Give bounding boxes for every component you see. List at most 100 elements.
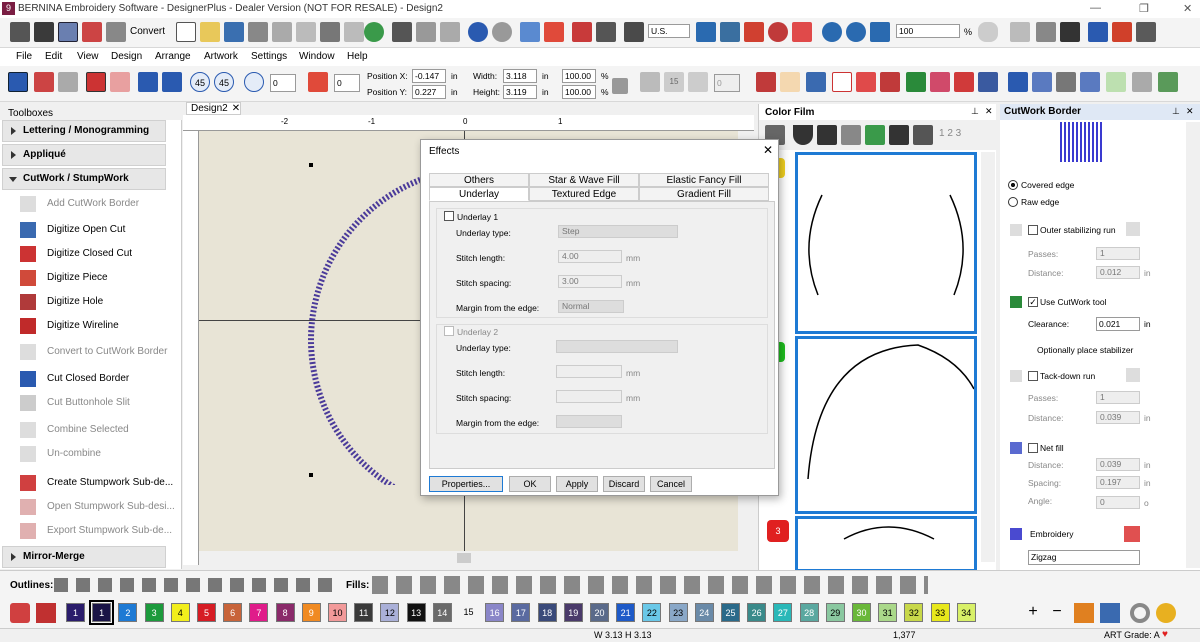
show-design-icon[interactable] [792,22,812,42]
tool-digitize-open-cut[interactable]: Digitize Open Cut [20,220,170,240]
array-icon[interactable] [640,72,660,92]
tab-others[interactable]: Others [429,173,529,187]
raw-edge-radio[interactable] [1008,197,1018,207]
print-icon[interactable] [248,22,268,42]
tool-digitize-closed-cut[interactable]: Digitize Closed Cut [20,244,170,264]
send-machine-icon[interactable] [320,22,340,42]
menu-arrange[interactable]: Arrange [155,51,191,62]
color-swatch[interactable]: 31 [878,603,898,622]
rotate-icon[interactable] [244,72,264,92]
color-swatch[interactable]: 16 [485,603,505,622]
tool-digitize-piece[interactable]: Digitize Piece [20,268,170,288]
color-swatch[interactable]: 10 [328,603,347,622]
download-icon[interactable] [364,22,384,42]
restore-icon[interactable]: ❐ [1139,2,1149,15]
group-cutwork[interactable]: CutWork / StumpWork [2,168,166,190]
undo-icon[interactable] [468,22,488,42]
menu-help[interactable]: Help [347,51,368,62]
tack-passes-field[interactable]: 1 [1096,391,1140,404]
selection-handle[interactable] [309,163,313,167]
pattern-icon[interactable] [1106,72,1126,92]
color-swatch[interactable]: 3 [144,603,164,622]
color-fill-icon[interactable] [36,603,56,623]
palette-icon[interactable] [1074,603,1094,623]
scroll-thumb[interactable] [457,553,471,563]
selection-handle[interactable] [309,473,313,477]
outer-settings-icon[interactable] [1126,222,1140,236]
color-swatch[interactable]: 22 [642,603,662,622]
net-angle-field[interactable]: 0 [1096,496,1140,509]
export-icon[interactable] [296,22,316,42]
tack-distance-field[interactable]: 0.039 [1096,411,1140,424]
tackdown-checkbox[interactable] [1028,371,1038,381]
move-down-icon[interactable] [865,125,885,145]
tackdown-settings-icon[interactable] [1126,368,1140,382]
ul2-margin-select[interactable] [556,415,622,428]
print-preview-icon[interactable] [272,22,292,42]
net-distance-field[interactable]: 0.039 [1096,458,1140,471]
apply-button[interactable]: Apply [556,476,598,492]
underlay1-checkbox[interactable] [444,211,454,221]
menu-file[interactable]: File [16,51,32,62]
group-applique[interactable]: Appliqué [2,144,166,166]
thread-icon[interactable] [1112,22,1132,42]
outer-passes-field[interactable]: 1 [1096,247,1140,260]
horizontal-scrollbar[interactable] [199,551,754,565]
menu-design[interactable]: Design [111,51,142,62]
convert-label[interactable]: Convert [130,26,165,37]
stitch-angle-icon[interactable] [806,72,826,92]
underlay2-checkbox[interactable] [444,326,454,336]
previous-icon[interactable] [1036,22,1056,42]
color-swatch[interactable]: 27 [773,603,793,622]
texture-icon[interactable] [1158,72,1178,92]
height-field[interactable]: 3.119 [503,85,537,99]
pan-icon[interactable] [978,22,998,42]
tool-add-cutwork-border[interactable]: Add CutWork Border [20,194,170,214]
zoom-1-1-icon[interactable] [870,22,890,42]
color-spool-icon[interactable]: 3 [767,520,789,542]
ul2-type-select[interactable] [556,340,678,353]
color-swatch[interactable]: 5 [197,603,216,622]
scale-height-field[interactable]: 100.00 [562,85,596,99]
film-scrollbar[interactable] [981,152,995,562]
tool-export-stumpwork[interactable]: Export Stumpwork Sub-de... [20,521,172,541]
color-swatch[interactable]: 23 [668,603,688,622]
hash-icon[interactable] [1056,72,1076,92]
worksheet-icon[interactable] [572,22,592,42]
color-swatch[interactable]: 8 [275,603,295,622]
sequence-icon[interactable]: 1 2 3 [939,128,961,139]
tab-gradient-fill[interactable]: Gradient Fill [639,187,769,201]
pin-icon[interactable]: ⊥ [971,106,979,117]
width-field[interactable]: 3.118 [503,69,537,83]
move-up-icon[interactable] [889,125,909,145]
point-select-icon[interactable] [34,72,54,92]
shape-icon[interactable] [832,72,852,92]
menu-view[interactable]: View [77,51,99,62]
repeat-field[interactable]: 0 [714,74,740,92]
tool-combine-selected[interactable]: Combine Selected [20,420,170,440]
heart-icon[interactable] [930,72,950,92]
fill-icon[interactable] [856,72,876,92]
hoop-tools-icon[interactable] [624,22,644,42]
motif-icon[interactable] [880,72,900,92]
next-icon[interactable] [1060,22,1080,42]
tool-digitize-hole[interactable]: Digitize Hole [20,292,170,312]
ul1-margin-select[interactable]: Normal [558,300,624,313]
color-swatch[interactable]: 24 [694,603,714,622]
color-swatch[interactable]: 1 [66,603,85,622]
paste-icon[interactable] [440,22,460,42]
color-wheel-icon[interactable] [1156,603,1176,623]
open-icon[interactable] [200,22,220,42]
rotate-field[interactable]: 0 [270,74,296,92]
color-swatch[interactable]: 13 [406,603,426,622]
color-swatch[interactable]: 7 [249,603,269,622]
panel-scrollbar[interactable] [1186,122,1200,568]
artwork-icon[interactable] [82,22,102,42]
card-icon[interactable] [344,22,364,42]
doc-tab[interactable]: Design2 ✕ [186,102,241,115]
ul2-length-field[interactable] [556,365,622,378]
mirror-h-icon[interactable] [138,72,158,92]
tool-cut-closed-border[interactable]: Cut Closed Border [20,369,170,389]
tab-textured-edge[interactable]: Textured Edge [529,187,639,201]
color-swatch[interactable]: 26 [747,603,767,622]
